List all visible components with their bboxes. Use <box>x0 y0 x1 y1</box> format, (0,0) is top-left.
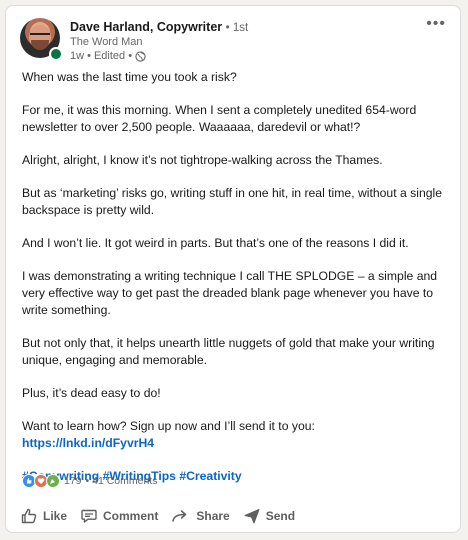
post-cta: Want to learn how? Sign up now and I’ll … <box>22 418 450 452</box>
celebrate-reaction-icon <box>46 474 60 488</box>
avatar-glasses <box>30 33 50 40</box>
author-headline: The Word Man <box>70 36 143 48</box>
comment-icon <box>81 509 97 523</box>
connection-degree: • 1st <box>225 22 249 34</box>
post-paragraph: For me, it was this morning. When I sent… <box>22 103 417 134</box>
post-paragraph: But as ‘marketing’ risks go, writing stu… <box>22 186 442 217</box>
cta-link[interactable]: https://lnkd.in/dFyvrH4 <box>22 436 154 450</box>
action-bar: Like Comment Share Send <box>20 502 308 530</box>
reaction-count[interactable]: 179 <box>64 475 82 487</box>
post-meta: 1w • Edited • <box>70 50 146 63</box>
online-status-icon <box>49 47 63 61</box>
comment-label: Comment <box>103 509 159 523</box>
globe-icon <box>135 51 146 62</box>
more-horizontal-icon[interactable]: ••• <box>426 16 446 32</box>
post-paragraph: Alright, alright, I know it’s not tightr… <box>22 153 383 167</box>
post-edited: • Edited • <box>87 50 133 62</box>
post-card: Dave Harland, Copywriter • 1st The Word … <box>5 5 461 533</box>
like-label: Like <box>43 509 68 523</box>
cta-text: Want to learn how? Sign up now and I’ll … <box>22 419 315 433</box>
thumbs-up-icon <box>21 508 37 524</box>
comment-button[interactable]: Comment <box>80 507 158 525</box>
post-paragraph: I was demonstrating a writing technique … <box>22 269 438 317</box>
post-time: 1w <box>70 50 85 62</box>
avatar-beard <box>31 40 49 50</box>
post-paragraph: Plus, it’s dead easy to do! <box>22 386 161 400</box>
send-button[interactable]: Send <box>243 507 295 525</box>
send-icon <box>244 509 260 524</box>
social-counts[interactable]: 179 • 41 Comments <box>22 474 157 488</box>
post-paragraph: But not only that, it helps unearth litt… <box>22 336 435 367</box>
share-arrow-icon <box>172 510 187 522</box>
comments-count[interactable]: • 41 Comments <box>86 475 158 487</box>
post-header: Dave Harland, Copywriter • 1st The Word … <box>20 16 446 66</box>
author-name[interactable]: Dave Harland, Copywriter <box>70 20 222 34</box>
share-button[interactable]: Share <box>171 507 230 525</box>
post-paragraph: And I won’t lie. It got weird in parts. … <box>22 236 409 250</box>
post-paragraph: When was the last time you took a risk? <box>22 70 237 84</box>
author-name-row: Dave Harland, Copywriter • 1st <box>70 20 248 36</box>
avatar[interactable] <box>20 18 63 61</box>
send-label: Send <box>265 509 296 523</box>
like-button[interactable]: Like <box>20 507 67 525</box>
post-body: When was the last time you took a risk? … <box>22 69 450 501</box>
share-label: Share <box>196 509 230 523</box>
